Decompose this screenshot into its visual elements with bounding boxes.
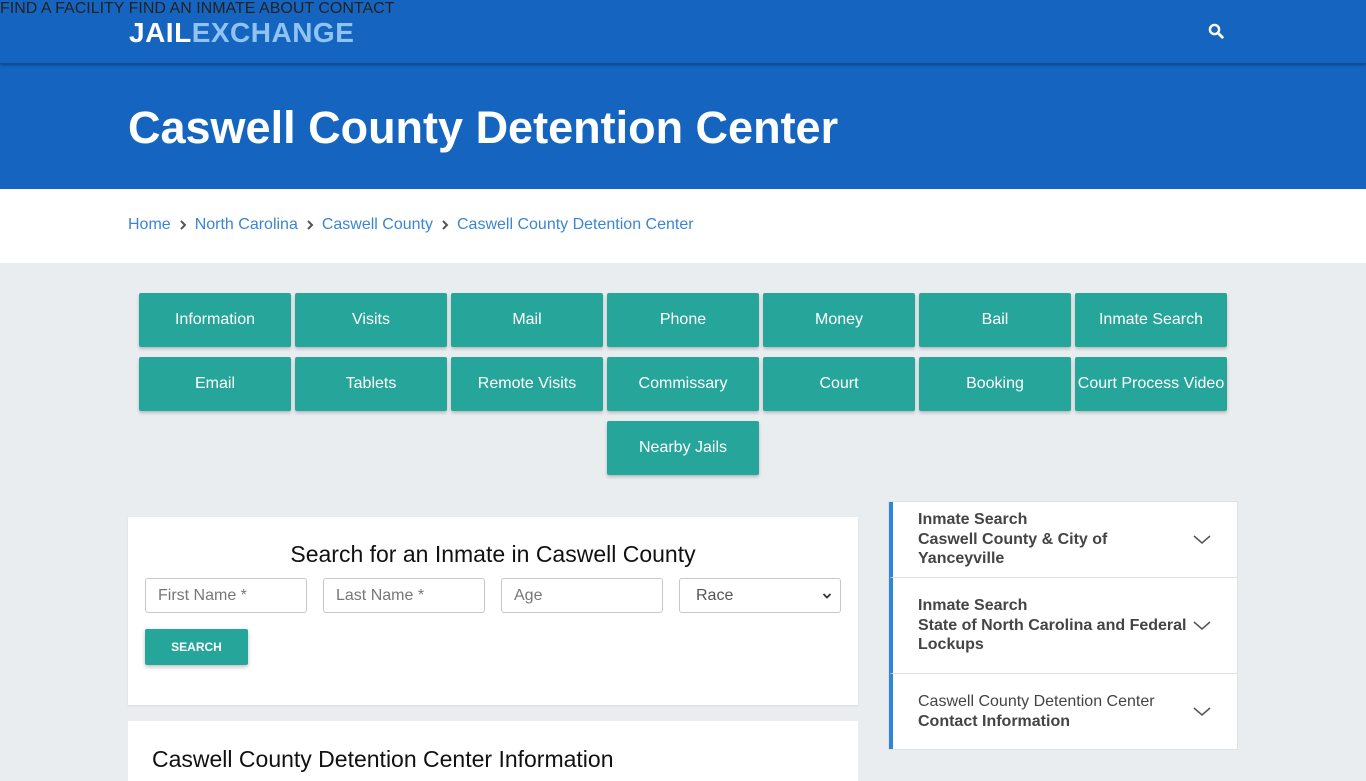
logo-jail: JAIL	[129, 17, 192, 48]
tile-tablets[interactable]: Tablets	[295, 357, 447, 411]
info-section-title: Caswell County Detention Center Informat…	[152, 746, 614, 772]
breadcrumb-home[interactable]: Home	[128, 216, 171, 234]
breadcrumb-county[interactable]: Caswell County	[322, 216, 433, 234]
first-name-input[interactable]: First Name *	[145, 578, 307, 613]
nav-about[interactable]: ABOUT	[259, 0, 314, 17]
chevron-right-icon	[174, 217, 192, 233]
tile-court[interactable]: Court	[763, 357, 915, 411]
race-select-value: Race	[696, 586, 734, 604]
tile-inmate-search[interactable]: Inmate Search	[1075, 293, 1227, 347]
inmate-search-card: Search for an Inmate in Caswell County F…	[128, 517, 858, 705]
tile-email[interactable]: Email	[139, 357, 291, 411]
breadcrumb-facility[interactable]: Caswell County Detention Center	[457, 216, 694, 234]
accordion-line2: Contact Information	[918, 712, 1070, 730]
tile-commissary[interactable]: Commissary	[607, 357, 759, 411]
accordion-line1: Inmate Search	[918, 511, 1028, 529]
nav-find-a-facility[interactable]: FIND A FACILITY	[0, 0, 124, 17]
breadcrumb-bar: Home North Carolina Caswell County Caswe…	[0, 189, 1366, 263]
tile-nearby-jails[interactable]: Nearby Jails	[607, 421, 759, 475]
tile-booking[interactable]: Booking	[919, 357, 1071, 411]
facility-info-card: Caswell County Detention Center Informat…	[128, 721, 858, 781]
tile-information[interactable]: Information	[139, 293, 291, 347]
race-select[interactable]: Race	[679, 578, 841, 613]
sidebar-accordion: Inmate Search Caswell County & City of Y…	[888, 501, 1238, 750]
last-name-input[interactable]: Last Name *	[323, 578, 485, 613]
accordion-item-state-search[interactable]: Inmate Search State of North Carolina an…	[889, 578, 1237, 674]
chevron-down-icon[interactable]	[1193, 704, 1211, 720]
age-input[interactable]: Age	[501, 578, 663, 613]
tile-visits[interactable]: Visits	[295, 293, 447, 347]
breadcrumb: Home North Carolina Caswell County Caswe…	[128, 216, 694, 234]
accordion-line2: Caswell County & City of Yanceyville	[918, 530, 1108, 568]
search-card-title: Search for an Inmate in Caswell County	[290, 541, 696, 567]
accordion-line1: Inmate Search	[918, 597, 1028, 615]
chevron-right-icon	[301, 217, 319, 233]
search-button[interactable]: SEARCH	[145, 629, 248, 665]
tile-court-process-video[interactable]: Court Process Video	[1075, 357, 1227, 411]
chevron-down-icon[interactable]	[1193, 532, 1211, 548]
search-icon[interactable]	[1208, 23, 1224, 39]
tile-money[interactable]: Money	[763, 293, 915, 347]
logo-exchange: EXCHANGE	[191, 17, 355, 48]
top-navbar: JAILEXCHANGE FIND A FACILITY FIND AN INM…	[0, 0, 1366, 64]
tile-phone[interactable]: Phone	[607, 293, 759, 347]
accordion-item-contact-info[interactable]: Caswell County Detention Center Contact …	[889, 674, 1237, 749]
accordion-line1: Caswell County Detention Center	[918, 693, 1155, 710]
chevron-down-icon	[822, 592, 832, 599]
tile-bail[interactable]: Bail	[919, 293, 1071, 347]
site-logo[interactable]: JAILEXCHANGE	[129, 17, 354, 49]
nav-find-an-inmate[interactable]: FIND AN INMATE	[129, 0, 256, 17]
chevron-down-icon[interactable]	[1193, 618, 1211, 634]
tile-mail[interactable]: Mail	[451, 293, 603, 347]
tile-remote-visits[interactable]: Remote Visits	[451, 357, 603, 411]
accordion-line2: State of North Carolina and Federal Lock…	[918, 616, 1187, 654]
hero-banner: Caswell County Detention Center	[0, 64, 1366, 189]
accordion-item-county-search[interactable]: Inmate Search Caswell County & City of Y…	[889, 502, 1237, 578]
breadcrumb-state[interactable]: North Carolina	[195, 216, 298, 234]
chevron-right-icon	[436, 217, 454, 233]
nav-contact[interactable]: CONTACT	[318, 0, 394, 17]
page-title: Caswell County Detention Center	[128, 102, 839, 153]
